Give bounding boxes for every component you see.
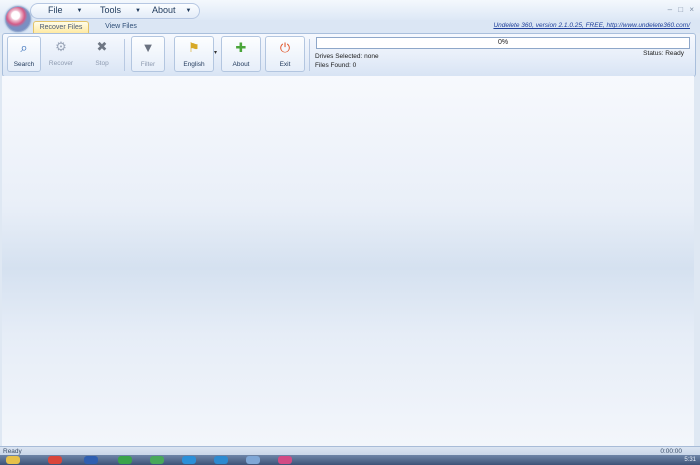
app-icon[interactable]: [118, 456, 132, 464]
files-found-label: Files Found: 0: [315, 62, 357, 69]
app-icon[interactable]: [278, 456, 292, 464]
chevron-down-icon: ▾: [213, 50, 217, 56]
recover-button[interactable]: ⚙ Recover: [45, 36, 77, 70]
app-icon[interactable]: [246, 456, 260, 464]
flag-icon: ⚑: [188, 40, 200, 55]
app-icon[interactable]: [84, 456, 98, 464]
magnifier-icon: ⌕: [20, 40, 28, 55]
app-icon[interactable]: [182, 456, 196, 464]
chevron-down-icon: ▼: [185, 8, 192, 14]
filter-funnel-icon: ▼: [141, 40, 155, 55]
app-icon[interactable]: [150, 456, 164, 464]
app-orb-icon[interactable]: [5, 6, 31, 32]
taskbar: 5:31: [0, 455, 700, 465]
recover-icon: ⚙: [55, 39, 67, 54]
exit-icon: ⏻: [279, 40, 291, 55]
title-bar: File ▼ Tools ▼ About ▼ – □ ×: [0, 0, 700, 21]
language-button[interactable]: ⚑ English ▾: [174, 36, 217, 72]
about-button[interactable]: ✚ About: [221, 36, 261, 72]
results-area[interactable]: [2, 76, 694, 446]
about-icon: ✚: [235, 40, 247, 55]
menu-tools[interactable]: Tools ▼: [100, 5, 141, 15]
exit-button[interactable]: ⏻ Exit: [265, 36, 305, 72]
progress-text: 0%: [497, 39, 509, 46]
tab-view-files[interactable]: View Files: [96, 21, 146, 33]
ribbon-separator: [309, 39, 310, 71]
menu-file[interactable]: File ▼: [48, 5, 82, 15]
taskbar-clock: 5:31: [684, 457, 696, 463]
chevron-down-icon: ▼: [76, 8, 83, 14]
app-icon[interactable]: [214, 456, 228, 464]
status-label: Status: Ready: [643, 50, 684, 57]
progress-bar: 0%: [316, 37, 690, 49]
search-button[interactable]: ⌕ Search: [7, 36, 41, 72]
filter-button[interactable]: ▼ Filter: [131, 36, 165, 72]
menu-about[interactable]: About ▼: [152, 5, 191, 15]
version-info-link[interactable]: Undelete 360, version 2.1.0.25, FREE, ht…: [493, 22, 690, 29]
drives-selected-label: Drives Selected: none: [315, 53, 379, 60]
ribbon-separator: [124, 39, 125, 71]
stop-button[interactable]: ✖ Stop: [86, 36, 118, 70]
chevron-down-icon: ▼: [135, 8, 141, 14]
stop-x-icon: ✖: [96, 39, 108, 54]
browser-icon[interactable]: [48, 456, 62, 464]
folder-icon[interactable]: [6, 456, 20, 464]
window-controls[interactable]: – □ ×: [668, 5, 696, 14]
